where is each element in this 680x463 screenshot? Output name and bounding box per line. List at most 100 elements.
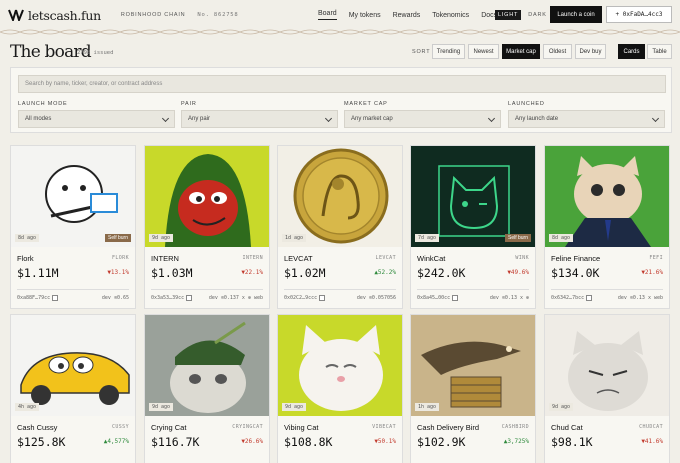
chevron-down-icon	[324, 114, 333, 123]
age-badge: 1d ago	[282, 234, 307, 242]
token-market-cap: $1.11M	[17, 266, 59, 280]
price-change: ▼41.6%	[641, 438, 663, 445]
token-card[interactable]: 7d ago Self burn WinkCat WINK $242.0K ▼49.6% 0…	[410, 145, 536, 309]
launch-mode-select[interactable]: All modes	[18, 110, 175, 128]
age-badge: 9d ago	[282, 403, 307, 411]
pair-select[interactable]: Any pair	[181, 110, 338, 128]
token-name: Crying Cat	[151, 423, 187, 432]
token-image	[278, 146, 402, 247]
token-ticker: FLORK	[111, 255, 129, 261]
token-ticker: CRYINGCAT	[232, 424, 263, 430]
token-card[interactable]: 8d ago Self burn Flork FLORK $1.11M ▼13.1% 0xa…	[10, 145, 136, 309]
token-name: WinkCat	[417, 254, 446, 263]
token-card[interactable]: 1h ago Cash Delivery Bird CASHBIRD $102.9K ▲…	[410, 314, 536, 463]
card-divider	[17, 289, 129, 290]
price-change: ▼26.6%	[241, 438, 263, 445]
pair-value: Any pair	[188, 116, 211, 122]
market-cap-select[interactable]: Any market cap	[344, 110, 501, 128]
nav-my-tokens[interactable]: My tokens	[349, 12, 381, 19]
token-market-cap: $1.02M	[284, 266, 326, 280]
contract-address: 0xa88F…79cc	[17, 295, 59, 301]
token-image	[11, 146, 135, 247]
card-divider	[551, 289, 663, 290]
launch-coin-button[interactable]: Launch a coin	[550, 6, 602, 23]
token-card[interactable]: 1d ago LEVCAT LEVCAT $1.02M ▲52.2% 0x02C2…9cc…	[277, 145, 403, 309]
wallet-button[interactable]: + 0xFaDA…4cc3	[606, 6, 672, 23]
nav-board[interactable]: Board	[318, 10, 337, 20]
token-name: INTERN	[151, 254, 179, 263]
nav-tokenomics[interactable]: Tokenomics	[432, 12, 469, 19]
token-market-cap: $98.1K	[551, 435, 593, 449]
dev-info: dev ≋0.057056	[356, 295, 396, 301]
token-market-cap: $125.8K	[17, 435, 66, 449]
logo[interactable]: letscash.fun	[8, 8, 101, 23]
sort-dev-buy-button[interactable]: Dev buy	[575, 44, 606, 59]
token-ticker: VIBECAT	[372, 424, 396, 430]
token-name: Flork	[17, 254, 34, 263]
copy-icon[interactable]	[319, 295, 326, 301]
token-ticker: CHUDCAT	[639, 424, 663, 430]
nav-rewards[interactable]: Rewards	[393, 12, 421, 19]
contract-address: 0x3a53…39cc	[151, 295, 193, 301]
launched-label: LAUNCHED	[508, 101, 545, 107]
age-badge: 9d ago	[549, 403, 574, 411]
block-number: No. 862758	[197, 12, 239, 18]
token-image	[545, 315, 669, 416]
token-name: Feline Finance	[551, 254, 601, 263]
sort-market-cap-button[interactable]: Market cap	[502, 44, 540, 59]
token-ticker: FEFI	[649, 255, 663, 261]
price-change: ▼22.1%	[241, 269, 263, 276]
filter-panel: Search by name, ticker, creator, or cont…	[10, 67, 672, 133]
age-badge: 8d ago	[15, 234, 40, 242]
view-table-button[interactable]: Table	[647, 44, 672, 59]
age-badge: 7d ago	[415, 234, 440, 242]
sort-trending-button[interactable]: Trending	[432, 44, 465, 59]
price-change: ▼50.1%	[374, 438, 396, 445]
chain-label: ROBINHOOD CHAIN	[120, 12, 186, 18]
address-text: 0x3a53…39cc	[151, 295, 185, 301]
address-text: 0x6342…7bcc	[551, 295, 585, 301]
token-card[interactable]: 8d ago Feline Finance FEFI $134.0K ▼21.6% 0x6…	[544, 145, 670, 309]
launch-mode-value: All modes	[25, 116, 52, 122]
chevron-down-icon	[487, 114, 496, 123]
theme-dark-button[interactable]: DARK	[525, 10, 549, 20]
price-change: ▼49.6%	[507, 269, 529, 276]
token-card[interactable]: 9d ago Vibing Cat VIBECAT $108.8K ▼50.1%	[277, 314, 403, 463]
pair-label: PAIR	[181, 101, 197, 107]
market-cap-value: Any market cap	[351, 116, 393, 122]
token-card[interactable]: 4h ago Cash Cussy CUSSY $125.8K ▲4,577%	[10, 314, 136, 463]
contract-address: 0x6342…7bcc	[551, 295, 593, 301]
card-divider	[417, 289, 529, 290]
card-divider	[151, 289, 263, 290]
address-text: 0x02C2…9ccc	[284, 295, 318, 301]
view-cards-button[interactable]: Cards	[618, 44, 645, 59]
token-ticker: INTERN	[242, 255, 263, 261]
age-badge: 8d ago	[549, 234, 574, 242]
token-card[interactable]: 9d ago INTERN INTERN $1.03M ▼22.1% 0x3a53…39c…	[144, 145, 270, 309]
age-badge: 9d ago	[149, 234, 174, 242]
divider-wave	[0, 29, 680, 35]
sort-oldest-button[interactable]: Oldest	[543, 44, 572, 59]
copy-icon[interactable]	[586, 295, 593, 301]
price-change: ▲52.2%	[374, 269, 396, 276]
self-burn-badge: Self burn	[504, 234, 531, 242]
token-name: Cash Delivery Bird	[417, 423, 480, 432]
copy-icon[interactable]	[452, 295, 459, 301]
theme-light-button[interactable]: LIGHT	[495, 10, 522, 20]
address-text: 0x8a45…00cc	[417, 295, 451, 301]
token-image	[545, 146, 669, 247]
sort-newest-button[interactable]: Newest	[468, 44, 499, 59]
token-image	[145, 315, 269, 416]
token-card[interactable]: 9d ago Crying Cat CRYINGCAT $116.7K ▼26.6%	[144, 314, 270, 463]
age-badge: 9d ago	[149, 403, 174, 411]
copy-icon[interactable]	[52, 295, 59, 301]
launched-select[interactable]: Any launch date	[508, 110, 665, 128]
contract-address: 0x02C2…9ccc	[284, 295, 326, 301]
search-input[interactable]: Search by name, ticker, creator, or cont…	[18, 75, 666, 93]
token-card[interactable]: 9d ago Chud Cat CHUDCAT $98.1K ▼41.6%	[544, 314, 670, 463]
token-market-cap: $102.9K	[417, 435, 466, 449]
issued-count: 2798 issued	[77, 50, 114, 56]
age-badge: 1h ago	[415, 403, 440, 411]
copy-icon[interactable]	[186, 295, 193, 301]
token-image	[411, 146, 535, 247]
